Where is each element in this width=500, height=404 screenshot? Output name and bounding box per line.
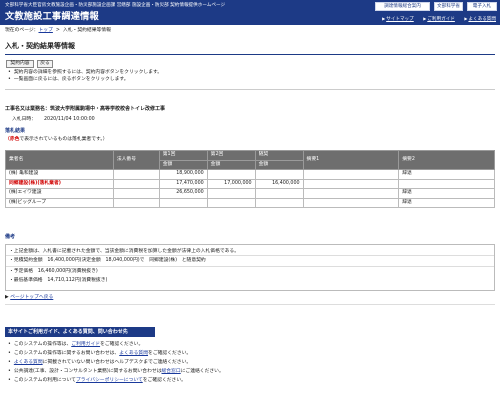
- procurement-info-button[interactable]: 調達情報総合案内: [375, 2, 430, 11]
- page-top-link[interactable]: ページトップへ戻る: [10, 295, 53, 300]
- remark-line: ・予定価格 16,460,000円(消費税抜き): [9, 269, 98, 274]
- title-divider: [5, 54, 495, 55]
- arrow-right-icon: ▶: [464, 16, 468, 21]
- help-item: • このシステムの利用についてプライバシーポリシーについてをご確認ください。: [8, 378, 186, 383]
- mext-button[interactable]: 文部科学省: [434, 2, 463, 11]
- breadcrumb-separator-icon: >: [55, 28, 60, 33]
- subheader-amount: 金額: [158, 159, 208, 170]
- corp-number: [112, 178, 160, 189]
- memo1: [302, 188, 400, 199]
- subheader-amount: 金額: [254, 159, 304, 170]
- site-title[interactable]: 文教施設工事調達情報: [5, 11, 99, 23]
- header-round2: 第2回: [206, 150, 256, 161]
- breadcrumb-current: 入札・契約結果等情報: [62, 28, 111, 33]
- result-note-red: （赤色: [5, 137, 20, 142]
- remark-line: ・最低基準価格 14,710,112円(消費税抜き): [9, 278, 108, 283]
- site-header: 文部科学省大臣官房文教施設企画・防災部施設企画課 営繕部 施設企画・防災部 契約…: [0, 0, 500, 25]
- faq-link[interactable]: よくある質問: [14, 360, 43, 365]
- round2-amount: [206, 197, 256, 208]
- breadcrumb: 現在のページ：トップ > 入札・契約結果等情報: [5, 28, 111, 34]
- construction-name: 工事名又は業務名：筑波大学附属駒場中・高等学校校舎トイレ改修工事: [5, 106, 166, 112]
- zuikei-amount: 16,400,000: [254, 178, 304, 189]
- nav-faq[interactable]: よくある質問: [468, 17, 496, 22]
- round1-amount: 26,650,000: [158, 188, 208, 199]
- bid-result-table: 業者名 法人番号 第1回 第2回 随契 摘要1 摘要2 金額 金額 金額 (株)…: [5, 150, 495, 208]
- organization-name: 文部科学省大臣官房文教施設企画・防災部施設企画課 営繕部 施設企画・防災部 契約…: [5, 3, 226, 8]
- corp-number: [112, 197, 160, 208]
- round1-amount: 17,470,000: [158, 178, 208, 189]
- contact-window-link[interactable]: 総合窓口: [162, 369, 181, 374]
- bid-date: 入札日時： 2020/11/04 10:00:00: [12, 117, 95, 123]
- help-item: • 公共調達(工事、設計・コンサルタント業務)に関するお問い合わせは総合窓口にご連…: [8, 369, 224, 374]
- remarks-box: ・上記金額は、入札書に記載された金額で、当該金額に消費税を加算した金額が法律上の…: [5, 244, 495, 291]
- table-row: (株)エイワ建設 26,650,000 辞退: [5, 188, 495, 199]
- memo2: 辞退: [398, 197, 495, 208]
- round2-amount: [206, 169, 256, 180]
- result-heading: 落札結果: [5, 128, 26, 134]
- header-zuikei: 随契: [254, 150, 304, 161]
- header-corp-number: 法人番号: [112, 150, 160, 170]
- help-item: • このシステムの操作等に関するお問い合わせは、よくある質問をご確認ください。: [8, 351, 192, 356]
- header-nav: ▶サイトマップ ▶ご利用ガイド ▶よくある質問: [382, 16, 496, 23]
- zuikei-amount: [254, 188, 304, 199]
- breadcrumb-top[interactable]: トップ: [38, 28, 52, 33]
- table-row: (株) 亀和建設 18,900,000 辞退: [5, 169, 495, 180]
- header-round1: 第1回: [158, 150, 208, 161]
- page-top-link-wrap: ▶ ページトップへ戻る: [5, 295, 53, 301]
- guide-link[interactable]: ご利用ガイド: [71, 342, 100, 347]
- memo1: [302, 197, 400, 208]
- e-bidding-button[interactable]: 電子入札: [467, 2, 497, 11]
- header-vendor: 業者名: [5, 150, 114, 170]
- round1-amount: 18,900,000: [158, 169, 208, 180]
- remark-divider: [6, 266, 494, 267]
- privacy-policy-link[interactable]: プライバシーポリシーについて: [76, 378, 143, 383]
- memo2: 辞退: [398, 169, 495, 180]
- memo1: [302, 169, 400, 180]
- table-row-winner: 同郷建設(株)(落札業者) 17,470,000 17,000,000 16,4…: [5, 178, 495, 189]
- corp-number: [112, 188, 160, 199]
- footer-divider: [5, 304, 495, 305]
- round2-amount: 17,000,000: [206, 178, 256, 189]
- remark-divider: [6, 255, 494, 256]
- remarks-heading: 備考: [5, 234, 16, 240]
- vendor-name: (株) 亀和建設: [5, 169, 114, 180]
- memo2: [398, 178, 495, 189]
- bid-date-label: 入札日時：: [12, 117, 36, 122]
- page-title: 入札・契約結果等情報: [5, 42, 75, 50]
- bid-date-value: 2020/11/04 10:00:00: [44, 117, 95, 122]
- arrow-right-icon: ▶: [382, 16, 386, 21]
- header-memo1: 摘要1: [302, 150, 400, 170]
- vendor-name: 同郷建設(株)(落札業者): [5, 178, 114, 189]
- zuikei-amount: [254, 197, 304, 208]
- nav-sitemap[interactable]: サイトマップ: [386, 17, 414, 22]
- instruction-note: • 一覧画面に戻るには、戻るボタンをクリックします。: [8, 77, 129, 82]
- help-item: • よくある質問に掲載されていない問い合わせはヘルプデスクまでご連絡ください。: [8, 360, 192, 365]
- corp-number: [112, 169, 160, 180]
- result-note-text: で表示されているものは落札業者です。）: [19, 137, 108, 142]
- help-heading: 本サイトご利用ガイド、よくある質問、問い合わせ先: [5, 327, 155, 337]
- zuikei-amount: [254, 169, 304, 180]
- section-divider: [5, 89, 495, 90]
- vendor-name: (株)エイワ建設: [5, 188, 114, 199]
- instruction-note: • 契約内容の詳細を参照するには、契約内容ボタンをクリックします。: [8, 70, 163, 75]
- contract-detail-button[interactable]: 契約内容: [6, 60, 34, 68]
- round1-amount: [158, 197, 208, 208]
- memo2: 辞退: [398, 188, 495, 199]
- table-row: (株)ビッグループ 辞退: [5, 197, 495, 208]
- header-memo2: 摘要2: [398, 150, 495, 170]
- round2-amount: [206, 188, 256, 199]
- nav-guide[interactable]: ご利用ガイド: [427, 17, 455, 22]
- memo1: [302, 178, 400, 189]
- breadcrumb-prefix: 現在のページ：: [5, 28, 39, 33]
- help-item: • このシステムの操作等は、ご利用ガイドをご確認ください。: [8, 342, 144, 347]
- arrow-right-icon: ▶: [423, 16, 427, 21]
- subheader-amount: 金額: [206, 159, 256, 170]
- back-button[interactable]: 戻る: [37, 60, 53, 68]
- result-note: （赤色で表示されているものは落札業者です。）: [5, 137, 108, 143]
- vendor-name: (株)ビッグループ: [5, 197, 114, 208]
- remark-line: ・見積契約金額 16,400,000円(決定金額 18,040,000円)で 同…: [9, 258, 206, 263]
- faq-link[interactable]: よくある質問: [119, 351, 148, 356]
